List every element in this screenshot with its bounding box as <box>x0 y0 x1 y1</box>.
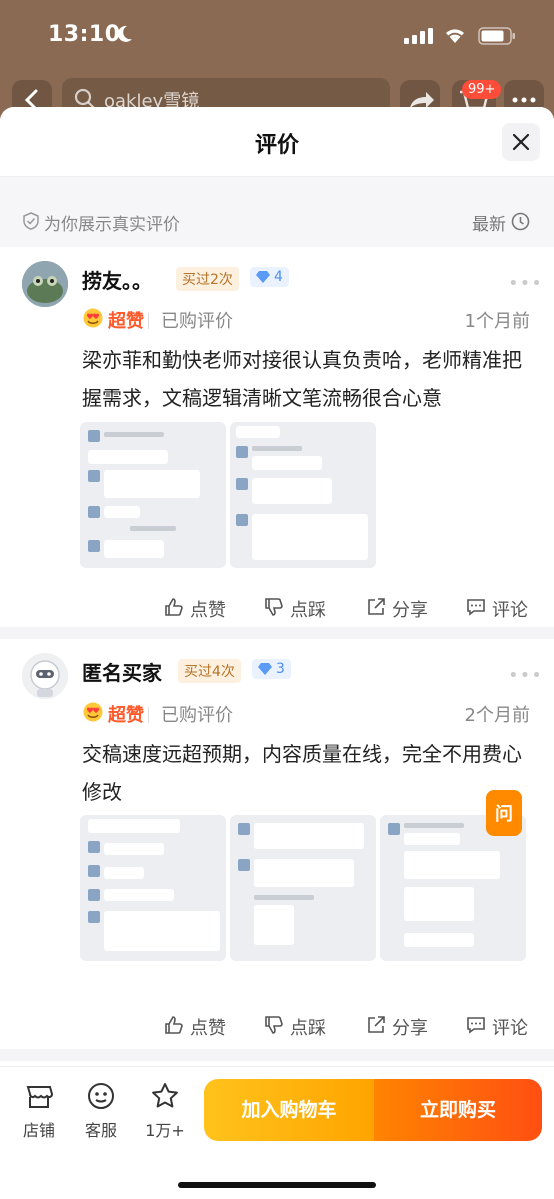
ask-button[interactable]: 问 <box>486 790 522 836</box>
share-button[interactable]: 分享 <box>366 1014 428 1040</box>
dislike-button[interactable]: 点踩 <box>264 596 326 622</box>
avatar[interactable] <box>22 653 68 699</box>
sort-button[interactable]: 最新 <box>472 210 530 235</box>
review-date: 2个月前 <box>464 705 530 726</box>
review-card: 捞友。。 买过2次 4 ••• 超赞 已购评价 1个月前 梁亦菲和勤快老师对接很… <box>0 247 554 627</box>
comment-button[interactable]: 评论 <box>466 1014 528 1040</box>
divider <box>148 707 149 723</box>
thumbs-up-icon <box>165 598 183 616</box>
review-content: 梁亦菲和勤快老师对接很认真负责哈，老师精准把握需求，文稿逻辑清晰文笔流畅很合心意 <box>82 348 522 410</box>
thumbs-down-icon <box>265 1016 283 1034</box>
more-options-icon[interactable]: ••• <box>508 665 543 686</box>
status-time: 13:10 <box>48 22 121 47</box>
level-value: 4 <box>274 269 283 285</box>
favorites-count: 1万+ <box>145 1121 185 1140</box>
rating-badge: 超赞 <box>82 307 144 333</box>
shield-check-icon <box>23 212 39 230</box>
username: 匿名买家 <box>82 661 162 685</box>
dislike-label: 点踩 <box>290 1018 326 1039</box>
review-actions: 点赞 点踩 分享 评论 <box>0 596 554 626</box>
comment-icon <box>467 599 485 616</box>
review-card: 匿名买家 买过4次 3 ••• 超赞 已购评价 2个月前 交稿速度远超预期，内容… <box>0 639 554 1049</box>
sheet-header: 评价 <box>0 107 554 177</box>
moon-icon <box>117 25 132 42</box>
share-icon <box>368 598 385 615</box>
star-icon <box>152 1083 178 1108</box>
cart-badge: 99+ <box>462 80 502 99</box>
level-value: 3 <box>276 661 285 677</box>
comment-label: 评论 <box>492 1018 528 1039</box>
close-button[interactable] <box>502 123 540 161</box>
section-separator <box>0 1049 554 1061</box>
share-button[interactable]: 分享 <box>366 596 428 622</box>
store-icon <box>26 1086 54 1108</box>
level-tag: 3 <box>252 659 291 679</box>
close-icon <box>512 133 530 151</box>
section-separator <box>0 627 554 639</box>
comment-button[interactable]: 评论 <box>466 596 528 622</box>
dislike-label: 点踩 <box>290 600 326 621</box>
verified-notice: 为你展示真实评价 <box>22 210 180 235</box>
heart-eyes-icon <box>83 308 103 328</box>
clock-icon <box>511 212 530 231</box>
more-options-icon[interactable]: ••• <box>508 273 543 294</box>
review-actions <box>0 492 554 522</box>
buy-now-button[interactable]: 立即购买 <box>374 1079 542 1141</box>
share-label: 分享 <box>392 1018 428 1039</box>
review-photo[interactable] <box>80 815 226 961</box>
thumbs-down-icon <box>265 598 283 616</box>
level-tag: 4 <box>250 267 289 287</box>
thumbs-up-icon <box>165 1016 183 1034</box>
review-photo[interactable] <box>380 815 526 961</box>
review-filter-bar: 为你展示真实评价 最新 <box>0 177 554 247</box>
like-button[interactable]: 点赞 <box>164 596 226 622</box>
avatar-image <box>22 653 68 699</box>
rating-badge: 超赞 <box>82 701 144 727</box>
diamond-icon <box>256 271 270 283</box>
sort-label: 最新 <box>472 215 506 235</box>
dislike-button[interactable]: 点踩 <box>264 1014 326 1040</box>
like-label: 点赞 <box>190 600 226 621</box>
purchased-label: 已购评价 <box>161 705 233 726</box>
heart-eyes-icon <box>83 702 103 722</box>
review-photo[interactable] <box>230 815 376 961</box>
rating-label: 超赞 <box>108 311 144 332</box>
favorite-button[interactable]: 1万+ <box>140 1081 190 1141</box>
review-date: 1个月前 <box>464 311 530 332</box>
service-icon <box>88 1083 114 1109</box>
username: 捞友。。 <box>82 269 152 293</box>
customer-service-button[interactable]: 客服 <box>76 1081 126 1141</box>
like-label: 点赞 <box>190 1018 226 1039</box>
sheet-title: 评价 <box>254 133 299 158</box>
review-actions: 点赞 点踩 分享 评论 <box>0 1014 554 1044</box>
divider <box>148 313 149 329</box>
review-content: 交稿速度远超预期，内容质量在线，完全不用费心修改 <box>82 742 522 804</box>
like-button[interactable]: 点赞 <box>164 1014 226 1040</box>
share-label: 分享 <box>392 600 428 621</box>
add-to-cart-button[interactable]: 加入购物车 <box>204 1079 374 1141</box>
bought-times-tag: 买过4次 <box>178 659 241 683</box>
rating-label: 超赞 <box>108 705 144 726</box>
home-indicator <box>178 1182 376 1188</box>
share-icon <box>368 1016 385 1033</box>
diamond-icon <box>258 663 272 675</box>
shop-label: 店铺 <box>22 1121 55 1140</box>
bought-times-tag: 买过2次 <box>176 267 239 291</box>
status-bar: 13:10 <box>0 0 554 72</box>
avatar[interactable] <box>22 261 68 307</box>
avatar-image <box>22 261 68 307</box>
comment-label: 评论 <box>492 600 528 621</box>
comment-icon <box>467 1017 485 1034</box>
shop-button[interactable]: 店铺 <box>14 1081 64 1141</box>
battery-icon <box>478 27 515 45</box>
service-label: 客服 <box>84 1121 117 1140</box>
wifi-icon <box>446 29 464 43</box>
signal-icon <box>404 28 433 44</box>
verified-label: 为你展示真实评价 <box>44 215 180 235</box>
purchased-label: 已购评价 <box>161 311 233 332</box>
bottom-action-bar: 店铺 客服 1万+ 加入购物车 立即购买 <box>0 1066 554 1199</box>
